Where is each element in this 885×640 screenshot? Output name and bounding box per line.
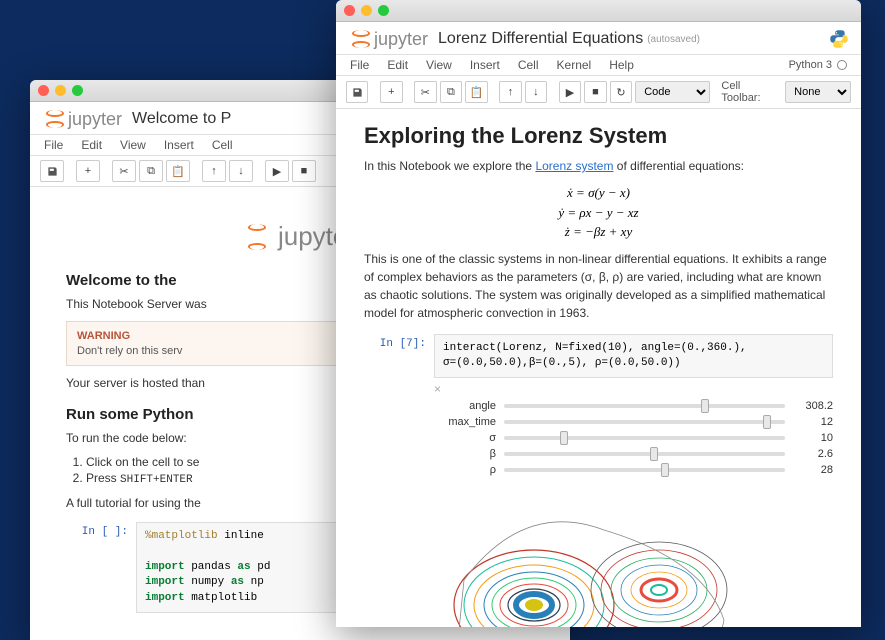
run-button[interactable]: ▶ xyxy=(559,81,581,103)
menu-insert[interactable]: Insert xyxy=(164,138,194,152)
run-button[interactable]: ▶ xyxy=(265,160,289,182)
cell-toolbar-select[interactable]: None xyxy=(785,81,851,103)
jupyter-logo: jupyter xyxy=(348,28,428,50)
cut-button[interactable]: ✂ xyxy=(112,160,136,182)
slider-label: angle xyxy=(434,400,504,412)
lorenz-attractor-plot xyxy=(404,490,784,627)
description-text: This is one of the classic systems in no… xyxy=(364,250,833,322)
foreground-notebook-window: jupyter Lorenz Differential Equations (a… xyxy=(336,0,861,627)
sliders-panel: angle 308.2 max_time 12 σ 10 β 2.6 ρ 28 xyxy=(364,400,833,476)
notebook-title[interactable]: Welcome to P xyxy=(132,110,231,128)
slider-value: 12 xyxy=(793,416,833,428)
move-up-button[interactable]: ↑ xyxy=(499,81,521,103)
jupyter-logo: jupyter xyxy=(42,108,122,130)
menu-view[interactable]: View xyxy=(120,138,146,152)
menu-insert[interactable]: Insert xyxy=(470,58,500,72)
kernel-indicator: Python 3 xyxy=(789,59,847,71)
restart-button[interactable]: ↻ xyxy=(610,81,632,103)
slider-row: β 2.6 xyxy=(434,448,833,460)
logo-text: jupyter xyxy=(374,29,428,50)
zoom-window-button[interactable] xyxy=(378,5,389,16)
move-down-button[interactable]: ↓ xyxy=(229,160,253,182)
menu-edit[interactable]: Edit xyxy=(81,138,102,152)
menu-help[interactable]: Help xyxy=(609,58,634,72)
menu-view[interactable]: View xyxy=(426,58,452,72)
copy-button[interactable]: ⧉ xyxy=(139,160,163,182)
move-up-button[interactable]: ↑ xyxy=(202,160,226,182)
slider-track[interactable] xyxy=(504,404,785,408)
slider-track[interactable] xyxy=(504,452,785,456)
close-window-button[interactable] xyxy=(38,85,49,96)
add-cell-button[interactable]: + xyxy=(76,160,100,182)
notebook-content: Exploring the Lorenz System In this Note… xyxy=(336,109,861,627)
slider-thumb[interactable] xyxy=(661,463,669,477)
slider-label: max_time xyxy=(434,416,504,428)
slider-thumb[interactable] xyxy=(560,431,568,445)
python-icon xyxy=(829,29,849,49)
slider-thumb[interactable] xyxy=(701,399,709,413)
intro-text: In this Notebook we explore the Lorenz s… xyxy=(364,157,833,175)
paste-button[interactable]: 📋 xyxy=(465,81,487,103)
logo-text: jupyter xyxy=(68,109,122,130)
menu-edit[interactable]: Edit xyxy=(387,58,408,72)
move-down-button[interactable]: ↓ xyxy=(525,81,547,103)
page-title: Exploring the Lorenz System xyxy=(364,123,833,149)
autosaved-label: (autosaved) xyxy=(647,34,700,45)
save-button[interactable] xyxy=(346,81,368,103)
notebook-header: jupyter Lorenz Differential Equations (a… xyxy=(336,22,861,55)
close-window-button[interactable] xyxy=(344,5,355,16)
menu-cell[interactable]: Cell xyxy=(212,138,233,152)
slider-value: 10 xyxy=(793,432,833,444)
notebook-title[interactable]: Lorenz Differential Equations xyxy=(438,30,643,48)
slider-track[interactable] xyxy=(504,468,785,472)
menu-file[interactable]: File xyxy=(350,58,369,72)
jupyter-logo-icon xyxy=(348,28,370,50)
slider-value: 2.6 xyxy=(793,448,833,460)
cell-toolbar-label: Cell Toolbar: xyxy=(721,80,778,104)
slider-label: β xyxy=(434,448,504,460)
kernel-status-icon xyxy=(837,60,847,70)
cell-prompt: In [ ]: xyxy=(66,522,136,613)
menu-file[interactable]: File xyxy=(44,138,63,152)
jupyter-logo-icon xyxy=(42,108,64,130)
slider-track[interactable] xyxy=(504,420,785,424)
menu-bar: File Edit View Insert Cell Kernel Help P… xyxy=(336,55,861,76)
slider-thumb[interactable] xyxy=(763,415,771,429)
slider-track[interactable] xyxy=(504,436,785,440)
save-button[interactable] xyxy=(40,160,64,182)
equations: ẋ = σ(y − x) ẏ = ρx − y − xz ż = −βz + x… xyxy=(364,183,833,242)
slider-row: ρ 28 xyxy=(434,464,833,476)
lorenz-link[interactable]: Lorenz system xyxy=(535,159,613,173)
slider-thumb[interactable] xyxy=(650,447,658,461)
cell-prompt: In [7]: xyxy=(364,334,434,379)
paste-button[interactable]: 📋 xyxy=(166,160,190,182)
kernel-name: Python 3 xyxy=(789,59,832,71)
slider-row: angle 308.2 xyxy=(434,400,833,412)
toolbar: + ✂ ⧉ 📋 ↑ ↓ ▶ ■ ↻ Code Cell Toolbar: Non… xyxy=(336,76,861,109)
minimize-window-button[interactable] xyxy=(55,85,66,96)
menu-kernel[interactable]: Kernel xyxy=(557,58,592,72)
slider-value: 308.2 xyxy=(793,400,833,412)
slider-value: 28 xyxy=(793,464,833,476)
stop-button[interactable]: ■ xyxy=(584,81,606,103)
slider-row: max_time 12 xyxy=(434,416,833,428)
zoom-window-button[interactable] xyxy=(72,85,83,96)
cell-type-select[interactable]: Code xyxy=(635,81,710,103)
cut-button[interactable]: ✂ xyxy=(414,81,436,103)
widget-close-icon[interactable]: × xyxy=(434,382,833,396)
slider-label: σ xyxy=(434,432,504,444)
cell-code[interactable]: interact(Lorenz, N=fixed(10), angle=(0.,… xyxy=(434,334,833,379)
slider-label: ρ xyxy=(434,464,504,476)
jupyter-logo-icon xyxy=(244,222,274,252)
slider-row: σ 10 xyxy=(434,432,833,444)
menu-cell[interactable]: Cell xyxy=(518,58,539,72)
copy-button[interactable]: ⧉ xyxy=(440,81,462,103)
add-cell-button[interactable]: + xyxy=(380,81,402,103)
stop-button[interactable]: ■ xyxy=(292,160,316,182)
minimize-window-button[interactable] xyxy=(361,5,372,16)
window-titlebar xyxy=(336,0,861,22)
code-cell[interactable]: In [7]: interact(Lorenz, N=fixed(10), an… xyxy=(364,334,833,379)
